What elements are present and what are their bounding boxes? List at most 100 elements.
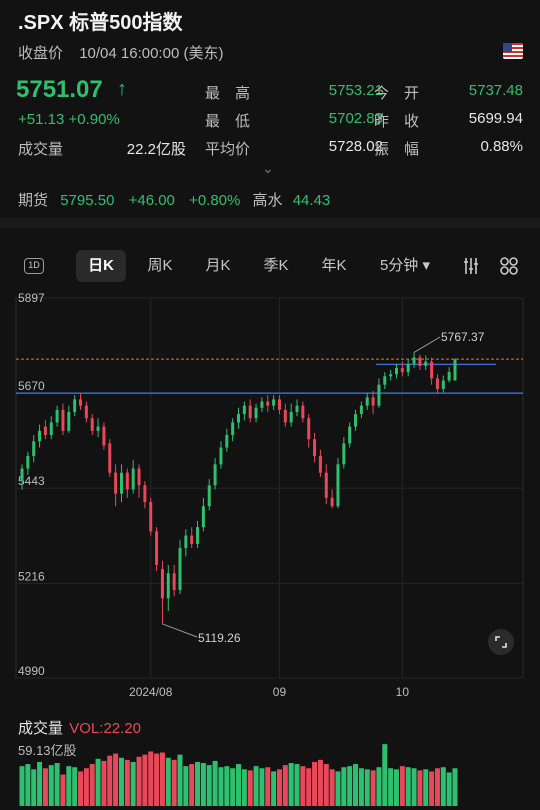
candle-body: [38, 430, 42, 442]
avg-price-value: 5728.02: [328, 138, 383, 155]
candle-body: [155, 531, 159, 565]
volume-bar: [376, 767, 382, 806]
y-tick-label: 5216: [18, 569, 45, 583]
candle-body: [248, 405, 252, 419]
up-arrow-icon: ↑: [117, 78, 127, 100]
volume-bar: [329, 769, 335, 806]
fullscreen-button[interactable]: [488, 629, 514, 655]
grid-menu-icon[interactable]: [499, 256, 519, 276]
volume-bar: [429, 771, 435, 806]
tab-quarter[interactable]: 季K: [254, 250, 298, 282]
period-tabs: 1D 日K 周K 月K 季K 年K 5分钟 ▾: [0, 248, 540, 284]
candle-body: [266, 401, 270, 406]
high-value: 5753.21: [328, 82, 383, 99]
futures-label: 期货: [18, 192, 49, 209]
candle-body: [435, 378, 439, 389]
volume-bar: [130, 761, 136, 806]
candle-body: [412, 357, 416, 364]
volume-bar: [382, 744, 388, 806]
candle-body: [84, 405, 88, 419]
candle-body: [166, 573, 170, 599]
volume-title-label: 成交量: [18, 720, 64, 737]
low-label: 最 低: [205, 113, 251, 130]
tab-1d-icon[interactable]: 1D: [24, 258, 44, 274]
candle-body: [160, 569, 164, 599]
volume-bar: [48, 765, 54, 806]
candle-body: [114, 472, 118, 494]
tab-year[interactable]: 年K: [312, 250, 356, 282]
volume-bar: [417, 770, 423, 806]
volume-bar: [317, 759, 323, 806]
low-annotation-label: 5119.26: [198, 631, 241, 645]
candle-body: [394, 367, 398, 375]
volume-bar: [148, 751, 154, 806]
volume-bar: [300, 766, 306, 806]
volume-bar: [405, 767, 411, 806]
price-change: +51.13 +0.90%: [18, 111, 120, 128]
volume-bar: [142, 754, 148, 806]
candle-body: [79, 399, 83, 406]
volume-bar: [399, 766, 405, 806]
tab-week[interactable]: 周K: [138, 250, 182, 282]
volume-chart: [19, 744, 458, 806]
volume-bar: [276, 769, 282, 806]
volume-bar: [78, 771, 84, 806]
candle-body: [49, 422, 53, 436]
volume-bar: [113, 753, 119, 806]
avg-price-label: 平均价: [205, 141, 251, 158]
futures-change: +46.00: [128, 192, 175, 209]
y-tick-label: 5897: [18, 291, 45, 305]
indicator-settings-icon[interactable]: [461, 256, 481, 276]
premium-label: 高水: [252, 192, 283, 209]
volume-bar: [101, 760, 107, 806]
candle-body: [231, 422, 235, 436]
tab-month[interactable]: 月K: [196, 250, 240, 282]
expand-chevron-icon[interactable]: ⌄: [262, 160, 274, 177]
candle-body: [336, 464, 340, 507]
close-time: 10/04 16:00:00 (美东): [79, 45, 224, 62]
candle-body: [406, 363, 410, 373]
candle-body: [371, 397, 375, 406]
volume-bar: [42, 768, 48, 806]
candle-body: [389, 374, 393, 377]
page-title: .SPX 标普500指数: [18, 12, 183, 34]
candle-body: [289, 411, 293, 423]
volume-bar: [165, 757, 171, 806]
volume-bar: [423, 769, 429, 806]
futures-pct: +0.80%: [189, 192, 241, 209]
candlestick-chart[interactable]: 589756705443521649902024/08 09 105767.3751…: [0, 288, 540, 708]
candle-body: [295, 405, 299, 412]
candle-body: [342, 443, 346, 465]
volume-bar: [66, 766, 72, 806]
tab-minute-dropdown[interactable]: 5分钟 ▾: [372, 250, 438, 282]
volume-bar: [253, 766, 259, 806]
close-time-line: 收盘价 10/04 16:00:00 (美东): [18, 42, 223, 63]
volume-bar: [236, 764, 241, 806]
y-tick-label: 4990: [18, 664, 45, 678]
candle-body: [330, 497, 334, 507]
volume-bar: [271, 771, 277, 806]
volume-bar: [206, 765, 212, 806]
volume-bar: [25, 764, 31, 806]
candle-body: [383, 376, 387, 385]
volume-bar: [247, 770, 253, 806]
volume-bar: [370, 770, 376, 806]
volume-bar: [241, 769, 247, 806]
candle-body: [108, 443, 112, 473]
x-tick-label: 2024/08: [129, 685, 173, 699]
volume-bar: [159, 752, 165, 806]
candle-body: [213, 464, 217, 486]
volume-bar: [364, 769, 370, 806]
futures-row[interactable]: 期货 5795.50 +46.00 +0.80% 高水 44.43: [18, 189, 330, 210]
tab-day[interactable]: 日K: [76, 250, 126, 282]
volume-bar: [31, 769, 37, 806]
candle-body: [400, 367, 404, 373]
volume-bar: [189, 764, 195, 806]
candle-body: [272, 399, 276, 406]
volume-bar: [230, 768, 236, 806]
volume-bar: [72, 767, 78, 806]
volume-bar: [154, 753, 160, 806]
candle-body: [190, 535, 194, 544]
candle-body: [119, 472, 123, 494]
volume-bar: [54, 763, 60, 806]
